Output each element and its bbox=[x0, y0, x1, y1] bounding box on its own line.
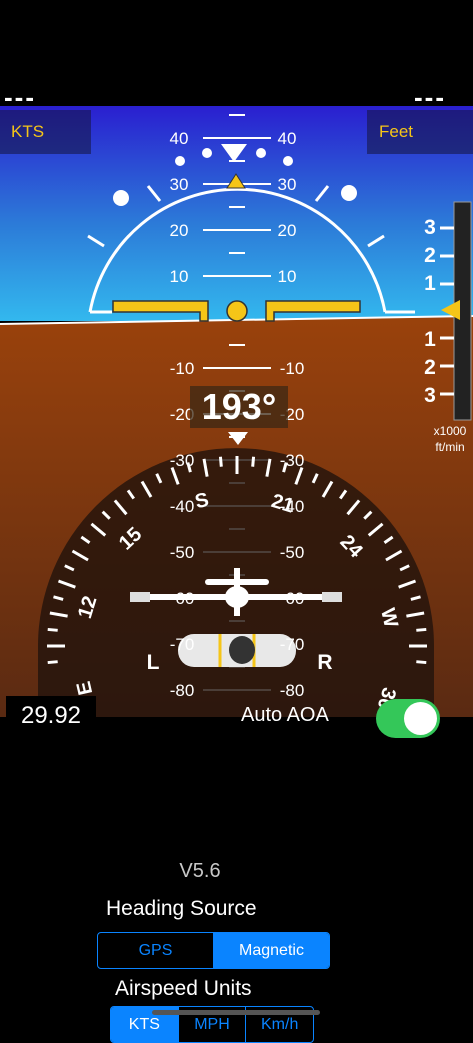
pitch-label-right: 10 bbox=[278, 267, 297, 286]
heading-readout: 193° bbox=[190, 386, 288, 428]
heading-source-title: Heading Source bbox=[106, 897, 257, 920]
vsi-label-up: 3 bbox=[424, 216, 436, 239]
slip-indicator bbox=[178, 634, 296, 667]
pitch-label-left: -50 bbox=[170, 543, 195, 562]
compass-tick bbox=[218, 456, 223, 467]
pitch-label-right: -50 bbox=[280, 543, 305, 562]
pitch-label-right: -30 bbox=[280, 451, 305, 470]
pitch-label-left: 20 bbox=[170, 221, 189, 240]
auto-aoa-label: Auto AOA bbox=[241, 704, 329, 726]
pitch-label-right: -60 bbox=[280, 589, 305, 608]
compass-tick bbox=[47, 627, 58, 632]
segment-gps[interactable]: GPS bbox=[98, 933, 214, 968]
pitch-label-left: 10 bbox=[170, 267, 189, 286]
pitch-label-right: -80 bbox=[280, 681, 305, 700]
scroll-indicator[interactable] bbox=[152, 1010, 320, 1015]
pitch-label-left: 30 bbox=[170, 175, 189, 194]
segment-magnetic[interactable]: Magnetic bbox=[214, 933, 329, 968]
pitch-label-right: -70 bbox=[280, 635, 305, 654]
left-indicator-dashes: --- bbox=[4, 82, 36, 112]
vsi-label-down: 1 bbox=[424, 328, 436, 351]
pitch-label-left: -40 bbox=[170, 497, 195, 516]
pitch-label-left: -80 bbox=[170, 681, 195, 700]
pitch-label-left: -10 bbox=[170, 359, 195, 378]
pitch-label-left: -30 bbox=[170, 451, 195, 470]
pitch-label-right: 40 bbox=[278, 129, 297, 148]
pitch-label-right: 30 bbox=[278, 175, 297, 194]
turn-right-label: R bbox=[317, 651, 332, 674]
toggle-knob bbox=[404, 702, 437, 735]
right-indicator-dashes: --- bbox=[414, 82, 446, 112]
pitch-label-right: 20 bbox=[278, 221, 297, 240]
barometer-setting[interactable]: 29.92 bbox=[6, 696, 96, 736]
airspeed-unit-label[interactable]: KTS bbox=[0, 110, 91, 154]
compass-tick bbox=[47, 660, 58, 665]
vsi-label-down: 2 bbox=[424, 356, 436, 379]
vsi-label-up: 2 bbox=[424, 244, 436, 267]
auto-aoa-toggle[interactable] bbox=[376, 699, 440, 738]
heading-source-segmented-control[interactable]: GPS Magnetic bbox=[97, 932, 330, 969]
compass-tick bbox=[416, 627, 427, 632]
pitch-label-left: -60 bbox=[170, 589, 195, 608]
vsi-unit-label: ft/min bbox=[435, 440, 464, 454]
version-label: V5.6 bbox=[179, 860, 221, 882]
vsi-label-down: 3 bbox=[424, 384, 436, 407]
pitch-label-left: 40 bbox=[170, 129, 189, 148]
vsi-unit-label: x1000 bbox=[434, 424, 467, 438]
compass-tick bbox=[416, 660, 427, 665]
pitch-label-right: -10 bbox=[280, 359, 305, 378]
compass-tick bbox=[251, 456, 256, 467]
airspeed-units-title: Airspeed Units bbox=[115, 977, 252, 1000]
pitch-label-left: -70 bbox=[170, 635, 195, 654]
vsi-label-up: 1 bbox=[424, 272, 436, 295]
altitude-unit-label[interactable]: Feet bbox=[367, 110, 473, 154]
turn-left-label: L bbox=[147, 651, 160, 674]
